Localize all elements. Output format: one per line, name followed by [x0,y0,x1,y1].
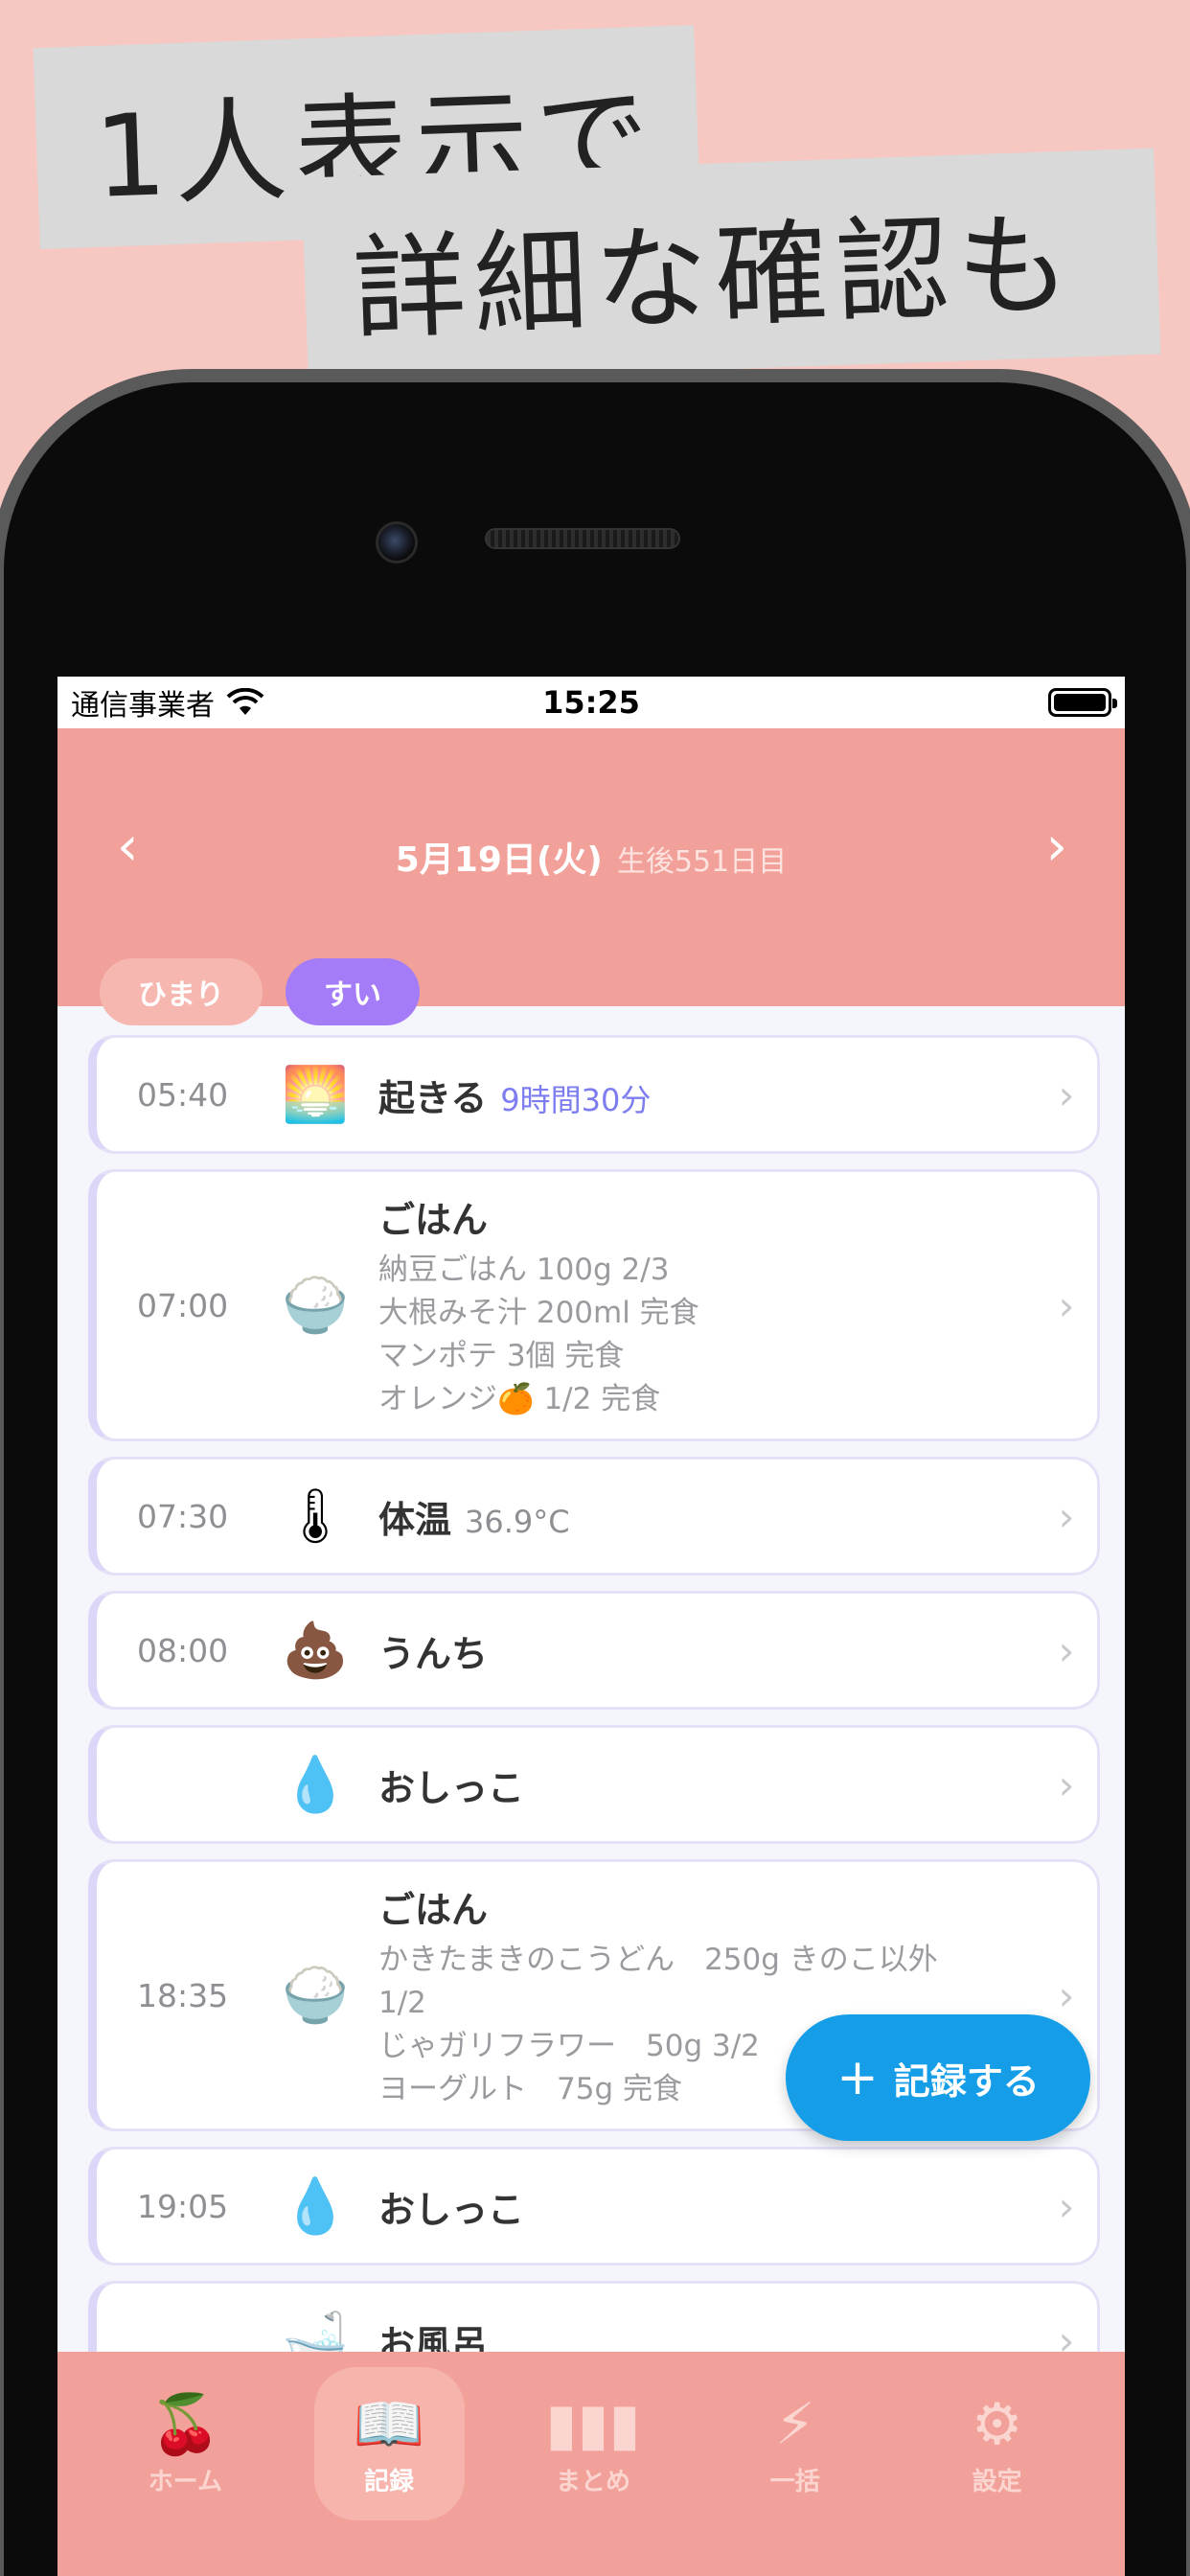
gear-icon: ⚙ [971,2390,1023,2458]
record-title: おしっこ [378,1766,525,1809]
record-title: おしっこ [378,2188,525,2231]
record-sub: 36.9°C [465,1503,570,1540]
sunrise-icon: 🌅 [282,1064,349,1126]
tab-label: 一括 [769,2467,820,2496]
chevron-right-icon: › [1058,2182,1075,2230]
record-detail-line: オレンジ🍊 1/2 完食 [378,1381,661,1416]
front-camera [376,521,418,564]
bar-chart-icon: ▮▮▮ [545,2390,641,2458]
next-day-button[interactable]: › [1046,820,1067,874]
record-time: 19:05 [137,2187,229,2225]
thermometer-icon: 🌡 [281,1485,350,1548]
record-body: 起きる 9時間30分 [363,1069,1036,1121]
record-detail-line: 大根みそ汁 200ml 完食 [378,1295,699,1330]
chevron-right-icon: › [1058,1971,1075,2019]
chevron-right-icon: › [1058,1492,1075,1540]
record-card[interactable]: 💧 おしっこ › [88,1725,1100,1844]
record-time: 08:00 [137,1631,229,1669]
date-header: ‹ 5月19日(火) 生後551日目 › ひまり すい [57,728,1125,1025]
record-detail-line: 納豆ごはん 100g 2/3 [378,1252,670,1287]
record-sub: 9時間30分 [500,1081,652,1118]
droplet-icon: 💧 [282,2175,349,2238]
record-detail-line: マンポテ 3個 完食 [378,1338,625,1373]
tab-record[interactable]: 📖 記録 [313,2367,465,2520]
headline-line2: 詳細な確認も [301,148,1161,384]
chevron-right-icon: › [1058,1070,1075,1118]
record-time: 07:30 [137,1497,229,1535]
tab-label: 記録 [364,2467,415,2496]
record-body: おしっこ [363,1759,1036,1811]
status-bar: 通信事業者 15:25 [57,677,1125,728]
chevron-right-icon: › [1058,1626,1075,1674]
add-record-label: 記録する [893,2059,1040,2103]
record-card[interactable]: 05:40 🌅 起きる 9時間30分 › [88,1035,1100,1154]
book-icon: 📖 [353,2390,425,2458]
wifi-icon [226,688,264,715]
tab-bulk[interactable]: ⚡ 一括 [694,2367,896,2520]
record-time: 07:00 [137,1286,229,1324]
record-card[interactable]: 07:00 🍚 ごはん納豆ごはん 100g 2/3 大根みそ汁 200ml 完食 マンポ… [88,1169,1100,1441]
child-chip-sui[interactable]: すい [286,958,420,1025]
record-title: うんち [378,1632,489,1675]
earpiece-speaker [485,528,680,549]
record-body: ごはん納豆ごはん 100g 2/3 大根みそ汁 200ml 完食 マンポテ 3個 完… [363,1190,1036,1421]
record-time: 18:35 [137,1976,229,2014]
record-title: ごはん [378,1198,489,1241]
app-screen: 通信事業者 15:25 ‹ 5月19日(火) 生後551日目 › ひまり すい … [57,677,1125,2576]
lightning-icon: ⚡ [774,2390,815,2458]
record-card[interactable]: 07:30 🌡 体温 36.9°C › [88,1457,1100,1576]
rice-icon: 🍚 [282,1275,349,1337]
record-title: ごはん [378,1888,489,1931]
child-chip-himari[interactable]: ひまり [100,958,263,1025]
record-card[interactable]: 19:05 💧 おしっこ › [88,2147,1100,2266]
carrier-label: 通信事業者 [71,689,215,723]
tab-home[interactable]: 🍒 ホーム [84,2367,286,2520]
chevron-right-icon: › [1058,1760,1075,1808]
record-time: 05:40 [137,1075,229,1114]
tab-summary[interactable]: ▮▮▮ まとめ [492,2367,695,2520]
date-title: 5月19日(火) 生後551日目 [57,832,1125,882]
age-label: 生後551日目 [616,845,788,879]
plus-icon: + [836,2049,879,2106]
tab-label: ホーム [148,2467,223,2496]
chevron-right-icon: › [1058,1281,1075,1329]
record-body: 体温 36.9°C [363,1490,1036,1543]
date-label: 5月19日(火) [395,840,603,880]
record-body: おしっこ [363,2180,1036,2233]
record-body: うんち [363,1624,1036,1677]
record-title: 体温 [378,1498,452,1541]
record-title: 起きる [378,1076,488,1119]
tab-label: 設定 [972,2467,1022,2496]
child-selector: ひまり すい [100,958,420,1025]
cherry-icon: 🍒 [149,2390,221,2458]
rice-icon: 🍚 [282,1965,349,2027]
poop-icon: 💩 [282,1620,349,1682]
record-detail-line: かきたまきのこうどん 250g きのこ以外 [378,1942,938,1977]
tab-settings[interactable]: ⚙ 設定 [896,2367,1098,2520]
droplet-icon: 💧 [282,1754,349,1816]
record-list: 05:40 🌅 起きる 9時間30分 › 07:00 🍚 ごはん 納豆ごはん 100g 2/3 大… [88,1035,1100,2415]
battery-icon [1048,688,1117,717]
add-record-button[interactable]: + 記録する [786,2014,1090,2141]
tab-bar: 🍒 ホーム 📖 記録 ▮▮▮ まとめ ⚡ 一括 ⚙ 設定 [57,2352,1125,2576]
tab-label: まとめ [555,2467,630,2496]
record-card[interactable]: 08:00 💩 うんち › [88,1591,1100,1710]
